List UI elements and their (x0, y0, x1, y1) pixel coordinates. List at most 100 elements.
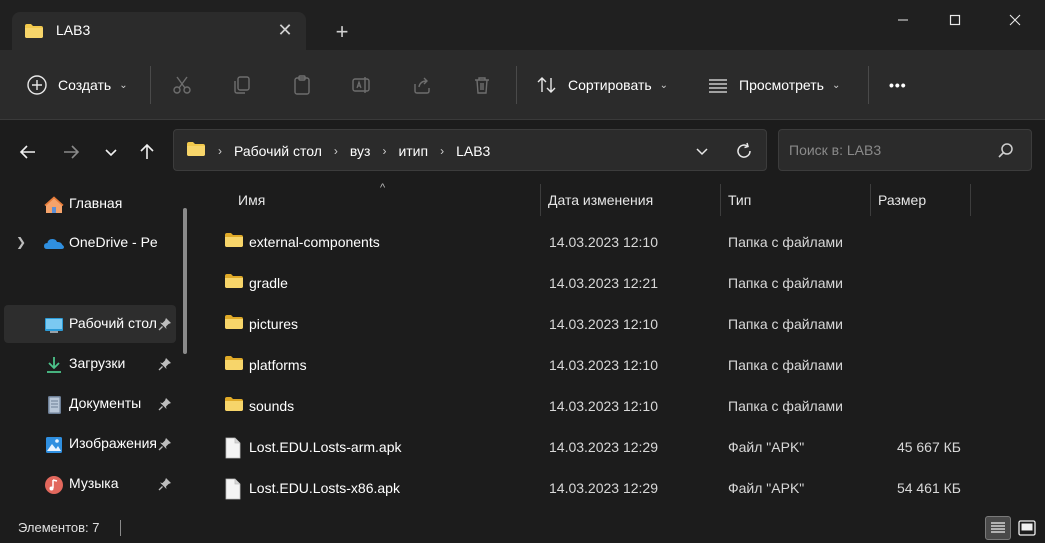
pin-icon[interactable] (158, 397, 172, 411)
file-row[interactable]: Lost.EDU.Losts-arm.apk 14.03.2023 12:29 … (220, 429, 980, 467)
delete-button[interactable] (469, 72, 495, 98)
file-row[interactable]: external-components 14.03.2023 12:10 Пап… (220, 224, 980, 262)
maximize-icon (949, 14, 961, 26)
copy-button[interactable] (229, 72, 255, 98)
sidebar-item-documents[interactable]: Документы (4, 385, 176, 423)
folder-icon (224, 396, 244, 416)
column-header-label: Размер (878, 192, 927, 208)
create-label: Создать (58, 77, 112, 93)
file-type: Папка с файлами (728, 357, 843, 373)
create-button[interactable]: Создать ⌄ (26, 68, 128, 102)
view-button[interactable]: Просмотреть ⌄ (707, 68, 840, 102)
column-resize-handle[interactable] (540, 184, 541, 216)
file-row[interactable]: sounds 14.03.2023 12:10 Папка с файлами (220, 388, 980, 426)
sidebar-item-downloads[interactable]: Загрузки (4, 345, 176, 383)
file-row[interactable]: gradle 14.03.2023 12:21 Папка с файлами (220, 265, 980, 303)
file-name: external-components (249, 234, 380, 250)
sidebar-item-label: Загрузки (69, 355, 126, 371)
sort-icon (537, 77, 556, 93)
breadcrumb-lab3[interactable]: LAB3 (456, 143, 490, 159)
back-button[interactable] (14, 138, 42, 166)
forward-button[interactable] (57, 138, 85, 166)
arrow-up-icon (140, 143, 154, 159)
pin-icon[interactable] (158, 437, 172, 451)
sidebar-item-label: OneDrive - Personal (69, 234, 157, 250)
minimize-button[interactable] (880, 0, 926, 40)
breadcrumb-separator[interactable]: › (382, 144, 386, 158)
tab-close-icon[interactable]: ✕ (275, 20, 295, 40)
rename-button[interactable] (349, 72, 375, 98)
share-button[interactable] (409, 72, 435, 98)
sidebar-item-pictures[interactable]: Изображения (4, 425, 176, 463)
paste-icon (294, 75, 310, 95)
pin-icon[interactable] (158, 477, 172, 491)
breadcrumb-vuz[interactable]: вуз (350, 143, 371, 159)
more-button[interactable]: ••• (889, 68, 907, 102)
search-icon[interactable] (997, 142, 1015, 160)
column-header-size[interactable]: Размер (878, 182, 926, 218)
file-type: Файл "APK" (728, 480, 805, 496)
details-view-button[interactable] (985, 516, 1011, 540)
sort-button[interactable]: Сортировать ⌄ (536, 68, 668, 102)
breadcrumb-desktop[interactable]: Рабочий стол (234, 143, 322, 159)
column-header-label: Тип (728, 192, 752, 208)
search-input[interactable] (789, 140, 989, 160)
file-row[interactable]: Lost.EDU.Losts-x86.apk 14.03.2023 12:29 … (220, 470, 980, 508)
folder-icon (224, 232, 244, 252)
sidebar-item-desktop[interactable]: Рабочий стол (4, 305, 176, 343)
address-row: › Рабочий стол › вуз › итип › LAB3 (0, 120, 1045, 182)
scissors-icon (173, 76, 191, 94)
view-label: Просмотреть (739, 77, 824, 93)
sidebar-item-label: Рабочий стол (69, 315, 157, 331)
column-resize-handle[interactable] (970, 184, 971, 216)
file-row[interactable]: pictures 14.03.2023 12:10 Папка с файлам… (220, 306, 980, 344)
pin-icon[interactable] (158, 357, 172, 371)
new-tab-button[interactable]: + (330, 20, 354, 44)
column-header-date[interactable]: Дата изменения (548, 182, 653, 218)
refresh-button[interactable] (732, 139, 756, 163)
item-count: Элементов: 7 (18, 520, 100, 535)
sidebar-item-home[interactable]: Главная (4, 185, 176, 223)
file-name: gradle (249, 275, 288, 291)
file-list: ^ Имя Дата изменения Тип Размер external… (200, 182, 1045, 512)
column-resize-handle[interactable] (870, 184, 871, 216)
maximize-button[interactable] (932, 0, 978, 40)
copy-icon (234, 76, 250, 94)
sidebar-item-music[interactable]: Музыка (4, 465, 176, 503)
title-bar: LAB3 ✕ + (0, 0, 1045, 50)
sort-label: Сортировать (568, 77, 652, 93)
breadcrumb-itip[interactable]: итип (398, 143, 428, 159)
paste-button[interactable] (289, 72, 315, 98)
tiles-view-button[interactable] (1014, 516, 1040, 540)
up-button[interactable] (133, 138, 161, 166)
cut-button[interactable] (169, 72, 195, 98)
toolbar-divider (150, 66, 151, 104)
file-name: platforms (249, 357, 307, 373)
breadcrumb-separator[interactable]: › (334, 144, 338, 158)
column-header-name[interactable]: Имя (238, 182, 265, 218)
file-date: 14.03.2023 12:10 (549, 316, 658, 332)
file-type: Файл "APK" (728, 439, 805, 455)
large-icons-view-icon (1018, 520, 1036, 536)
command-bar: Создать ⌄ Сортировать ⌄ Просмотреть ⌄ ••… (0, 50, 1045, 120)
breadcrumb-separator[interactable]: › (440, 144, 444, 158)
pin-icon[interactable] (158, 317, 172, 331)
arrow-right-icon (64, 145, 80, 159)
column-header-label: Дата изменения (548, 192, 654, 208)
recent-locations-button[interactable] (97, 138, 125, 166)
address-bar[interactable]: › Рабочий стол › вуз › итип › LAB3 (173, 129, 767, 171)
column-resize-handle[interactable] (720, 184, 721, 216)
sidebar-item-onedrive[interactable]: ❯ OneDrive - Personal (4, 224, 176, 262)
breadcrumb-separator[interactable]: › (218, 144, 222, 158)
search-box[interactable] (778, 129, 1032, 171)
sort-ascending-icon: ^ (380, 182, 386, 194)
address-history-button[interactable] (690, 140, 714, 162)
tab-lab3[interactable]: LAB3 ✕ (12, 12, 306, 50)
close-window-button[interactable] (992, 0, 1038, 40)
sidebar-item-label: Документы (69, 395, 142, 411)
minimize-icon (898, 19, 908, 21)
column-header-type[interactable]: Тип (728, 182, 751, 218)
sidebar-scrollbar[interactable] (183, 208, 187, 354)
chevron-right-icon[interactable]: ❯ (16, 235, 28, 249)
file-row[interactable]: platforms 14.03.2023 12:10 Папка с файла… (220, 347, 980, 385)
